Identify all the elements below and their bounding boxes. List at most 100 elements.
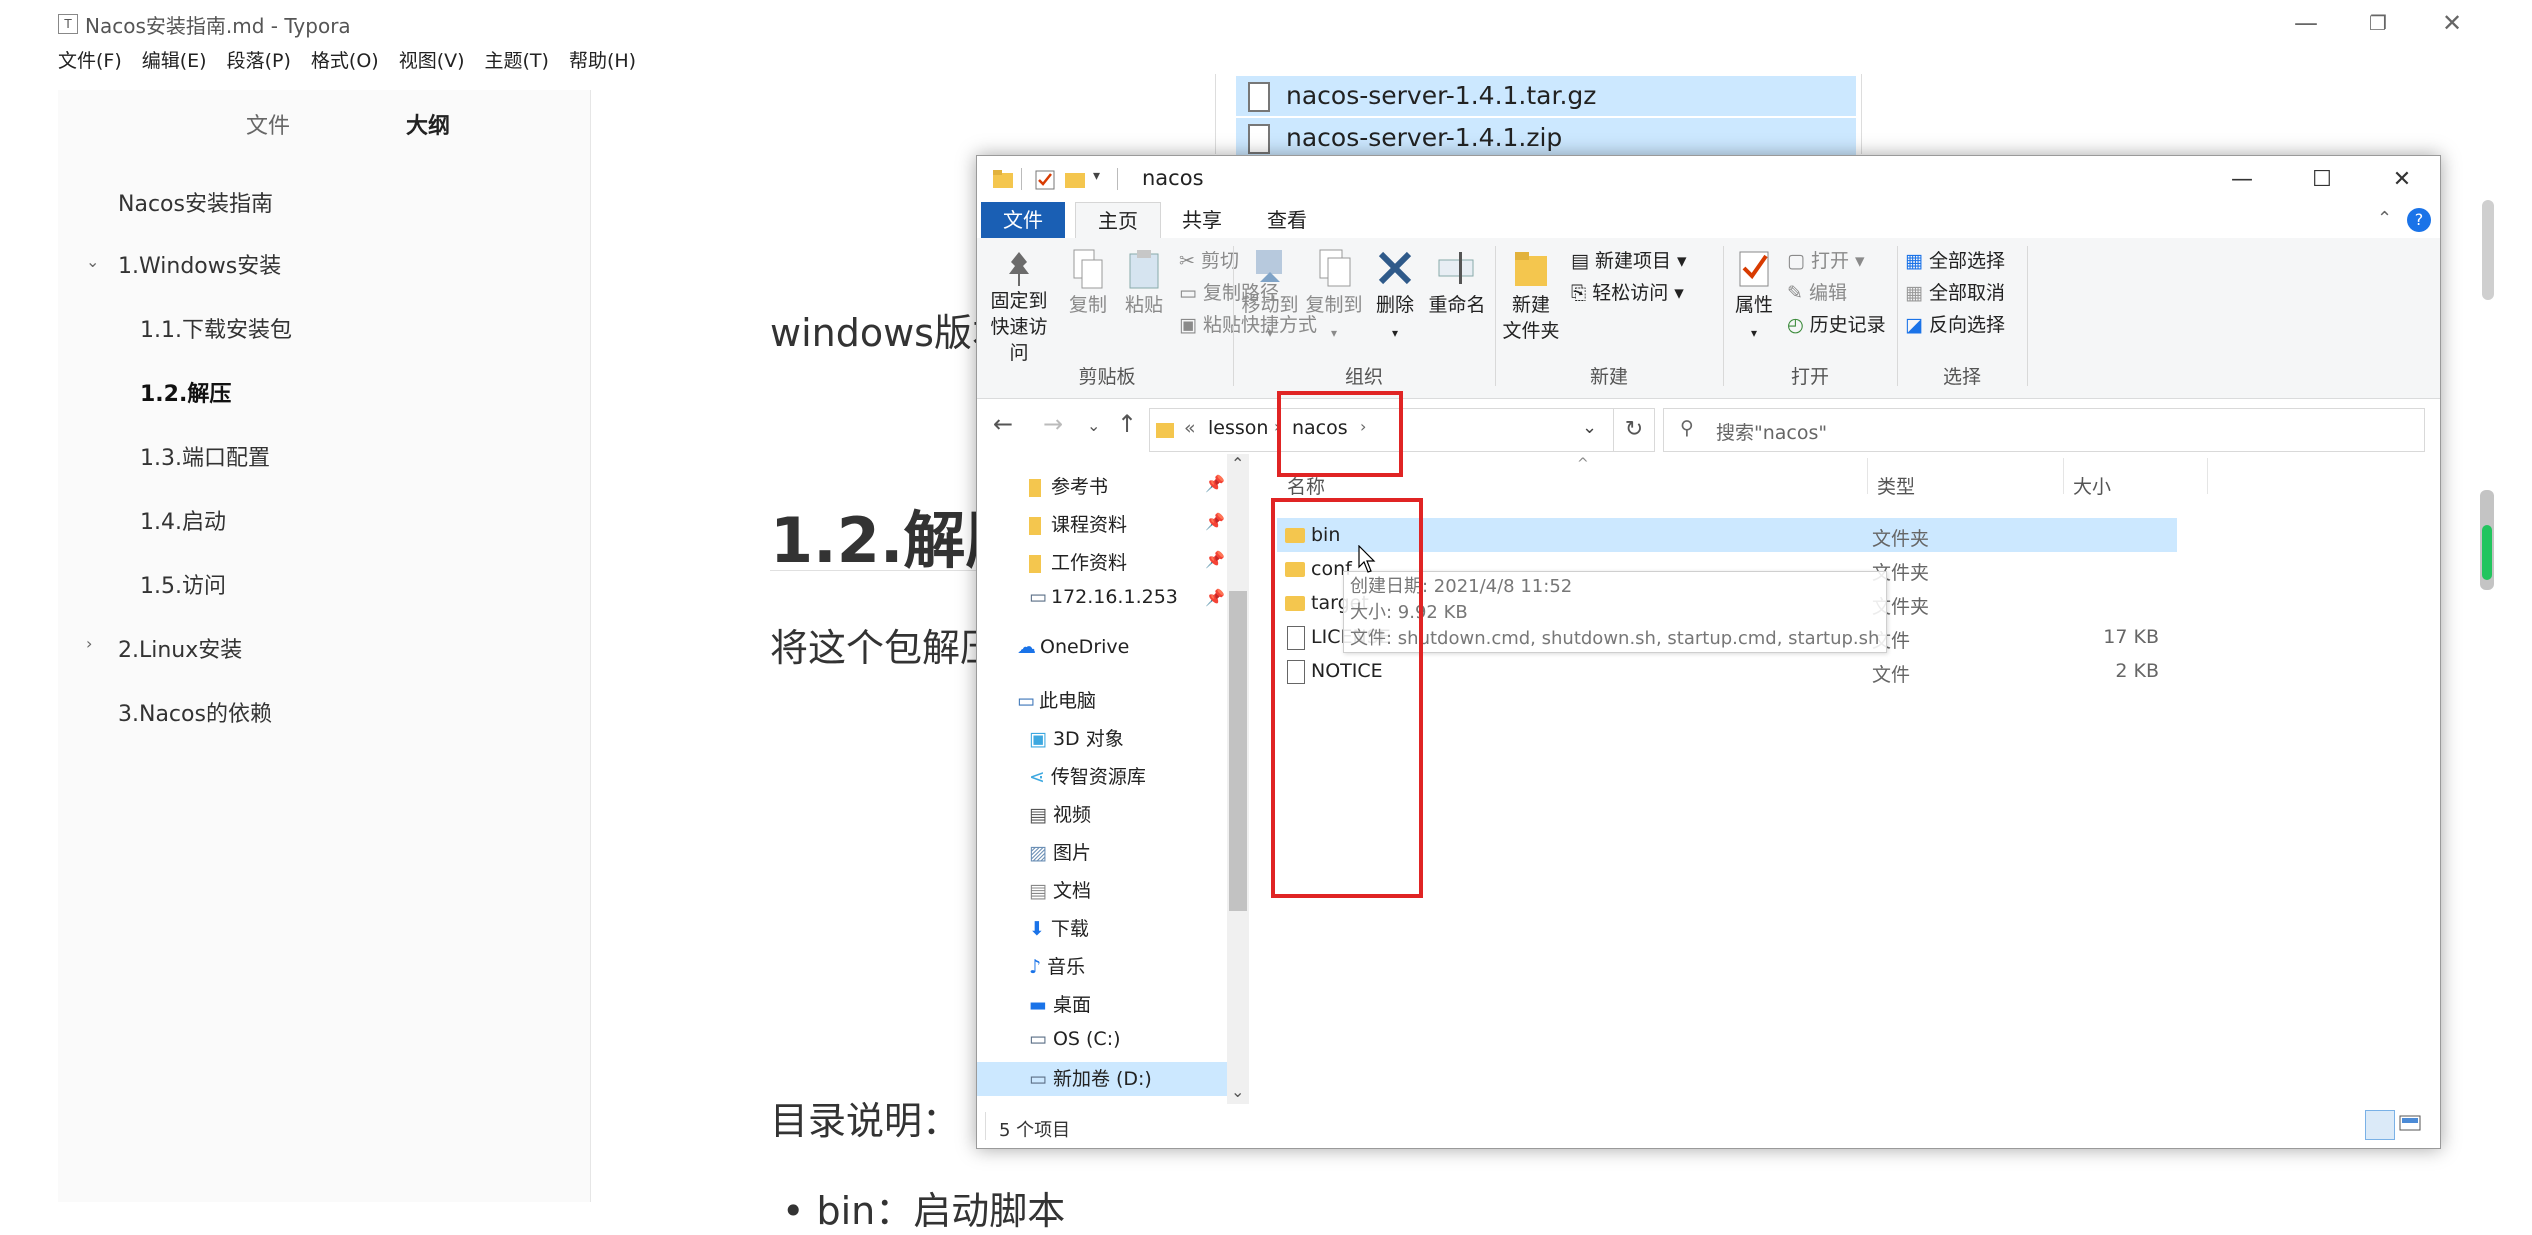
breadcrumb-overflow-icon[interactable]: « <box>1184 417 1196 439</box>
nav-item-onedrive[interactable]: ☁ OneDrive <box>1017 636 1129 658</box>
new-item-button[interactable]: ▤ 新建项目 ▾ <box>1571 246 1687 273</box>
nav-item[interactable]: ⋖ 传智资源库 <box>1029 762 1146 789</box>
chevron-right-icon[interactable]: › <box>86 634 92 653</box>
refresh-icon[interactable]: ↻ <box>1614 408 1655 452</box>
column-separator[interactable] <box>2063 458 2064 494</box>
column-header-size[interactable]: 大小 <box>2073 472 2111 499</box>
list-item[interactable]: nacos-server-1.4.1.zip <box>1236 118 1856 158</box>
large-icons-view-icon[interactable] <box>2397 1110 2425 1138</box>
minimize-button[interactable]: — <box>2286 8 2326 38</box>
chevron-down-icon[interactable]: ⌄ <box>86 252 99 271</box>
easy-access-button[interactable]: ⎘ 轻松访问 ▾ <box>1571 278 1684 305</box>
outline-item-active[interactable]: 1.2.解压 <box>140 376 231 408</box>
nav-item-quick[interactable]: 工作资料 <box>1029 548 1127 575</box>
explorer-minimize-button[interactable]: — <box>2207 160 2277 200</box>
restore-button[interactable]: ❐ <box>2358 8 2398 38</box>
select-all-button[interactable]: ▦ 全部选择 <box>1905 246 2005 273</box>
paste-button[interactable]: 粘贴 <box>1119 248 1169 318</box>
new-folder-icon <box>1515 252 1547 286</box>
cut-button[interactable]: ✂ 剪切 <box>1179 246 1239 273</box>
sidebar-tab-files[interactable]: 文件 <box>188 108 348 140</box>
pin-to-quick-access-button[interactable]: 固定到 快速访问 <box>983 248 1055 366</box>
editor-scrollbar[interactable] <box>2482 200 2494 300</box>
nav-item-selected[interactable]: ▭ 新加卷 (D:) <box>977 1062 1227 1096</box>
forward-arrow-icon[interactable]: → <box>1043 410 1063 438</box>
new-folder-quick-icon[interactable] <box>1065 170 1085 188</box>
tab-view[interactable]: 查看 <box>1247 202 1327 238</box>
explorer-title: nacos <box>1142 166 1204 190</box>
breadcrumb-lesson[interactable]: lesson <box>1208 417 1268 439</box>
list-item[interactable]: nacos-server-1.4.1.tar.gz <box>1236 76 1856 116</box>
window-title: Nacos安装指南.md - Typora <box>85 14 351 38</box>
explorer-maximize-button[interactable]: ☐ <box>2287 160 2357 200</box>
column-header-type[interactable]: 类型 <box>1877 472 1915 499</box>
nav-item-quick[interactable]: 课程资料 <box>1029 510 1127 537</box>
outline-item[interactable]: 3.Nacos的依赖 <box>118 696 272 728</box>
nav-item[interactable]: ▤ 视频 <box>1029 800 1091 827</box>
delete-button[interactable]: 删除 ▾ <box>1369 248 1421 344</box>
ribbon-collapse-icon[interactable]: ⌃ <box>2377 208 2392 229</box>
select-none-icon: ▦ <box>1905 282 1923 304</box>
properties-button[interactable]: 属性 ▾ <box>1729 248 1779 344</box>
menu-view[interactable]: 视图(V) <box>399 46 465 76</box>
nav-item[interactable]: ▤ 文档 <box>1029 876 1091 903</box>
tab-file[interactable]: 文件 <box>981 202 1065 238</box>
menu-help[interactable]: 帮助(H) <box>569 46 636 76</box>
explorer-close-button[interactable]: ✕ <box>2367 160 2437 200</box>
history-icon: ◴ <box>1787 314 1804 336</box>
outline-item[interactable]: Nacos安装指南 <box>118 186 273 218</box>
menu-paragraph[interactable]: 段落(P) <box>227 46 291 76</box>
menu-format[interactable]: 格式(O) <box>311 46 379 76</box>
rename-button[interactable]: 重命名 <box>1425 248 1489 318</box>
outline-item[interactable]: 1.4.启动 <box>140 504 226 536</box>
outline-item[interactable]: 1.3.端口配置 <box>140 440 270 472</box>
nav-item[interactable]: ⬇ 下载 <box>1029 914 1089 941</box>
scissors-icon: ✂ <box>1179 250 1195 272</box>
properties-check-icon[interactable] <box>1035 170 1055 190</box>
edit-button[interactable]: ✎ 编辑 <box>1787 278 1847 305</box>
column-separator[interactable] <box>2207 458 2208 494</box>
up-arrow-icon[interactable]: ↑ <box>1117 410 1137 438</box>
recent-locations-icon[interactable]: ⌄ <box>1087 416 1100 435</box>
customize-toolbar-icon[interactable]: ▾ <box>1093 168 1100 184</box>
details-view-icon[interactable] <box>2365 1110 2395 1140</box>
close-button[interactable]: ✕ <box>2432 8 2472 38</box>
menu-edit[interactable]: 编辑(E) <box>142 46 207 76</box>
back-arrow-icon[interactable]: ← <box>993 410 1013 438</box>
open-button[interactable]: ▢ 打开 ▾ <box>1787 246 1865 273</box>
share-icon: ⋖ <box>1029 766 1045 788</box>
tab-share[interactable]: 共享 <box>1167 202 1237 238</box>
nav-item[interactable]: ▨ 图片 <box>1029 838 1091 865</box>
menu-theme[interactable]: 主题(T) <box>485 46 549 76</box>
invert-selection-button[interactable]: ◪ 反向选择 <box>1905 310 2005 337</box>
nav-item-network[interactable]: ▭ 172.16.1.253 <box>1029 586 1178 608</box>
nav-item[interactable]: ▬ 桌面 <box>1029 990 1091 1017</box>
copy-button[interactable]: 复制 <box>1063 248 1113 318</box>
nav-pane-scroll-thumb[interactable] <box>1229 591 1247 911</box>
sidebar-tab-outline[interactable]: 大纲 <box>348 108 508 140</box>
scroll-down-icon[interactable]: ⌄ <box>1231 1082 1244 1101</box>
column-separator[interactable] <box>1867 458 1868 494</box>
copy-to-button[interactable]: 复制到▾ <box>1303 248 1365 346</box>
drive-icon: ▭ <box>1029 1028 1047 1050</box>
paste-shortcut-icon: ▣ <box>1179 314 1197 336</box>
new-folder-button[interactable]: 新建 文件夹 <box>1501 248 1561 344</box>
outline-item[interactable]: 1.Windows安装 <box>118 248 281 280</box>
nav-item[interactable]: ▭ OS (C:) <box>1029 1028 1121 1050</box>
address-dropdown-icon[interactable]: ⌄ <box>1582 417 1597 438</box>
outline-item[interactable]: 2.Linux安装 <box>118 632 242 664</box>
select-none-button[interactable]: ▦ 全部取消 <box>1905 278 2005 305</box>
scroll-up-icon[interactable]: ⌃ <box>1231 454 1244 473</box>
nav-item[interactable]: ▣ 3D 对象 <box>1029 724 1124 751</box>
nav-item-quick[interactable]: 参考书 <box>1029 472 1108 499</box>
outline-item[interactable]: 1.5.访问 <box>140 568 226 600</box>
tab-home[interactable]: 主页 <box>1075 202 1161 239</box>
nav-item[interactable]: ♪ 音乐 <box>1029 952 1085 979</box>
help-icon[interactable]: ? <box>2407 208 2431 232</box>
outline-item[interactable]: 1.1.下载安装包 <box>140 312 292 344</box>
menu-file[interactable]: 文件(F) <box>58 46 122 76</box>
search-input[interactable]: ⚲ 搜索"nacos" <box>1663 408 2425 452</box>
nav-item-this-pc[interactable]: ▭ 此电脑 <box>1017 686 1096 713</box>
move-to-button[interactable]: 移动到▾ <box>1239 248 1301 346</box>
history-button[interactable]: ◴ 历史记录 <box>1787 310 1886 337</box>
